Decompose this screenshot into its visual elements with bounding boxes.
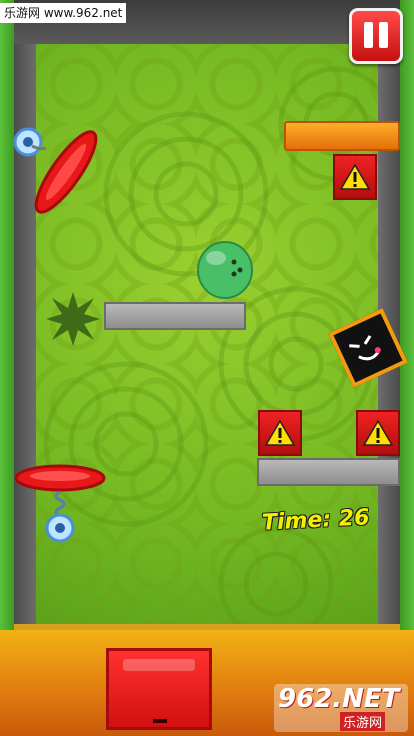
steel-platform-middle <box>104 302 246 330</box>
bowling-ball-icon <box>197 241 253 299</box>
bucket-slot <box>153 719 167 723</box>
left-outer-wall <box>0 0 14 736</box>
orange-platform <box>284 121 400 151</box>
pause-icon-bar <box>379 22 388 48</box>
red-bumper-top <box>13 127 98 214</box>
bucket-highlight <box>123 659 195 671</box>
warning-block <box>258 410 302 456</box>
warning-triangle-icon <box>363 420 393 446</box>
logo-sub-text: 乐游网 <box>340 712 386 731</box>
logo-main-text: 962.NET <box>278 684 400 714</box>
warning-triangle-icon <box>340 164 370 190</box>
site-logo-watermark: 962.NET 乐游网 <box>274 684 408 732</box>
pause-button[interactable] <box>349 8 403 64</box>
splat-mark <box>46 292 100 346</box>
site-watermark: 乐游网 www.962.net <box>0 3 127 23</box>
warning-block <box>356 410 400 456</box>
warning-block <box>333 154 377 200</box>
warning-triangle-icon <box>265 420 295 446</box>
steel-platform-right <box>257 458 400 486</box>
red-bumper-bottom <box>14 464 106 543</box>
goal-bucket <box>106 648 212 730</box>
right-outer-wall <box>400 0 414 736</box>
pause-icon <box>364 22 373 48</box>
